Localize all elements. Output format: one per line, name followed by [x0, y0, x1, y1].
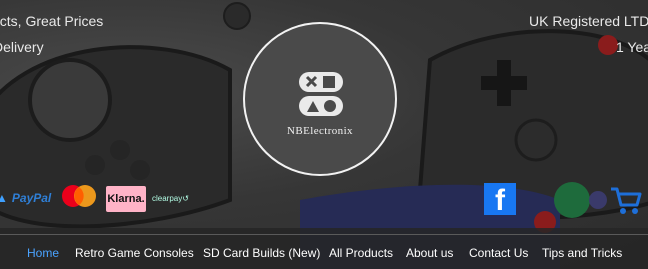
- nav-home[interactable]: Home: [27, 246, 59, 260]
- tagline-delivery: Delivery: [0, 39, 44, 55]
- klarna-logo: Klarna.: [106, 186, 146, 212]
- facebook-glyph: f: [495, 184, 505, 215]
- clearpay-logo: clearpay ↺: [152, 183, 189, 213]
- facebook-icon[interactable]: f: [484, 183, 516, 215]
- logo-badge-icon: [299, 72, 343, 116]
- paypal-logo: ▲ PayPal: [0, 183, 51, 213]
- nav-all-products[interactable]: All Products: [329, 246, 393, 260]
- clearpay-icon: ↺: [182, 193, 189, 203]
- nav-retro-game-consoles[interactable]: Retro Game Consoles: [75, 246, 194, 260]
- brand-name: NBElectronix: [287, 125, 353, 137]
- nav-tips-and-tricks[interactable]: Tips and Tricks: [542, 246, 622, 260]
- cart-icon[interactable]: [610, 186, 642, 216]
- clearpay-label: clearpay: [152, 193, 183, 203]
- mastercard-icon: [62, 185, 96, 207]
- paypal-icon: ▲: [0, 191, 8, 205]
- main-nav: Home Retro Game Consoles SD Card Builds …: [0, 246, 648, 266]
- paypal-label: PayPal: [11, 191, 52, 205]
- nav-divider: [0, 234, 648, 235]
- tagline-warranty: 1 Yea: [616, 39, 648, 55]
- tagline-prices: ucts, Great Prices: [0, 13, 104, 29]
- site-logo[interactable]: NBElectronix: [243, 22, 397, 176]
- nav-sd-card-builds[interactable]: SD Card Builds (New): [203, 246, 320, 260]
- tagline-registered: UK Registered LTD: [529, 13, 648, 29]
- nav-contact-us[interactable]: Contact Us: [469, 246, 528, 260]
- nav-about-us[interactable]: About us: [406, 246, 453, 260]
